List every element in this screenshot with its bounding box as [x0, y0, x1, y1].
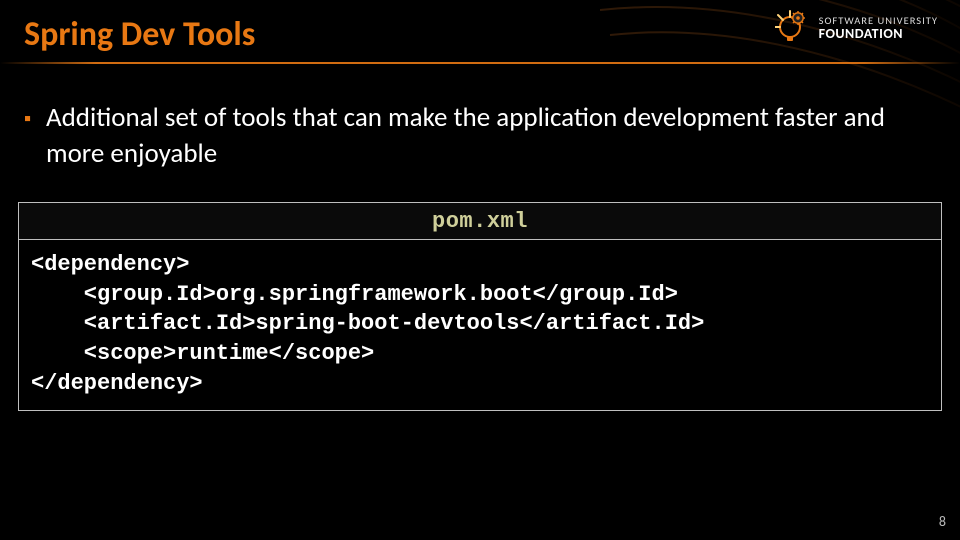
brand-line-1: SOFTWARE UNIVERSITY [819, 15, 938, 26]
code-body: <dependency> <group.Id>org.springframewo… [18, 240, 942, 411]
title-underline [0, 62, 960, 64]
code-panel: pom.xml <dependency> <group.Id>org.sprin… [18, 202, 942, 411]
bullet-item: ▪ Additional set of tools that can make … [46, 100, 906, 173]
bullet-text: Additional set of tools that can make th… [46, 101, 885, 170]
lightbulb-gear-icon [775, 10, 811, 46]
brand-logo: SOFTWARE UNIVERSITY FOUNDATION [775, 10, 938, 46]
bullet-marker-icon: ▪ [24, 106, 31, 133]
brand-line-2: FOUNDATION [819, 27, 938, 42]
page-number: 8 [939, 513, 946, 530]
brand-text: SOFTWARE UNIVERSITY FOUNDATION [819, 15, 938, 42]
code-filename: pom.xml [18, 202, 942, 240]
slide-title: Spring Dev Tools [24, 14, 255, 55]
